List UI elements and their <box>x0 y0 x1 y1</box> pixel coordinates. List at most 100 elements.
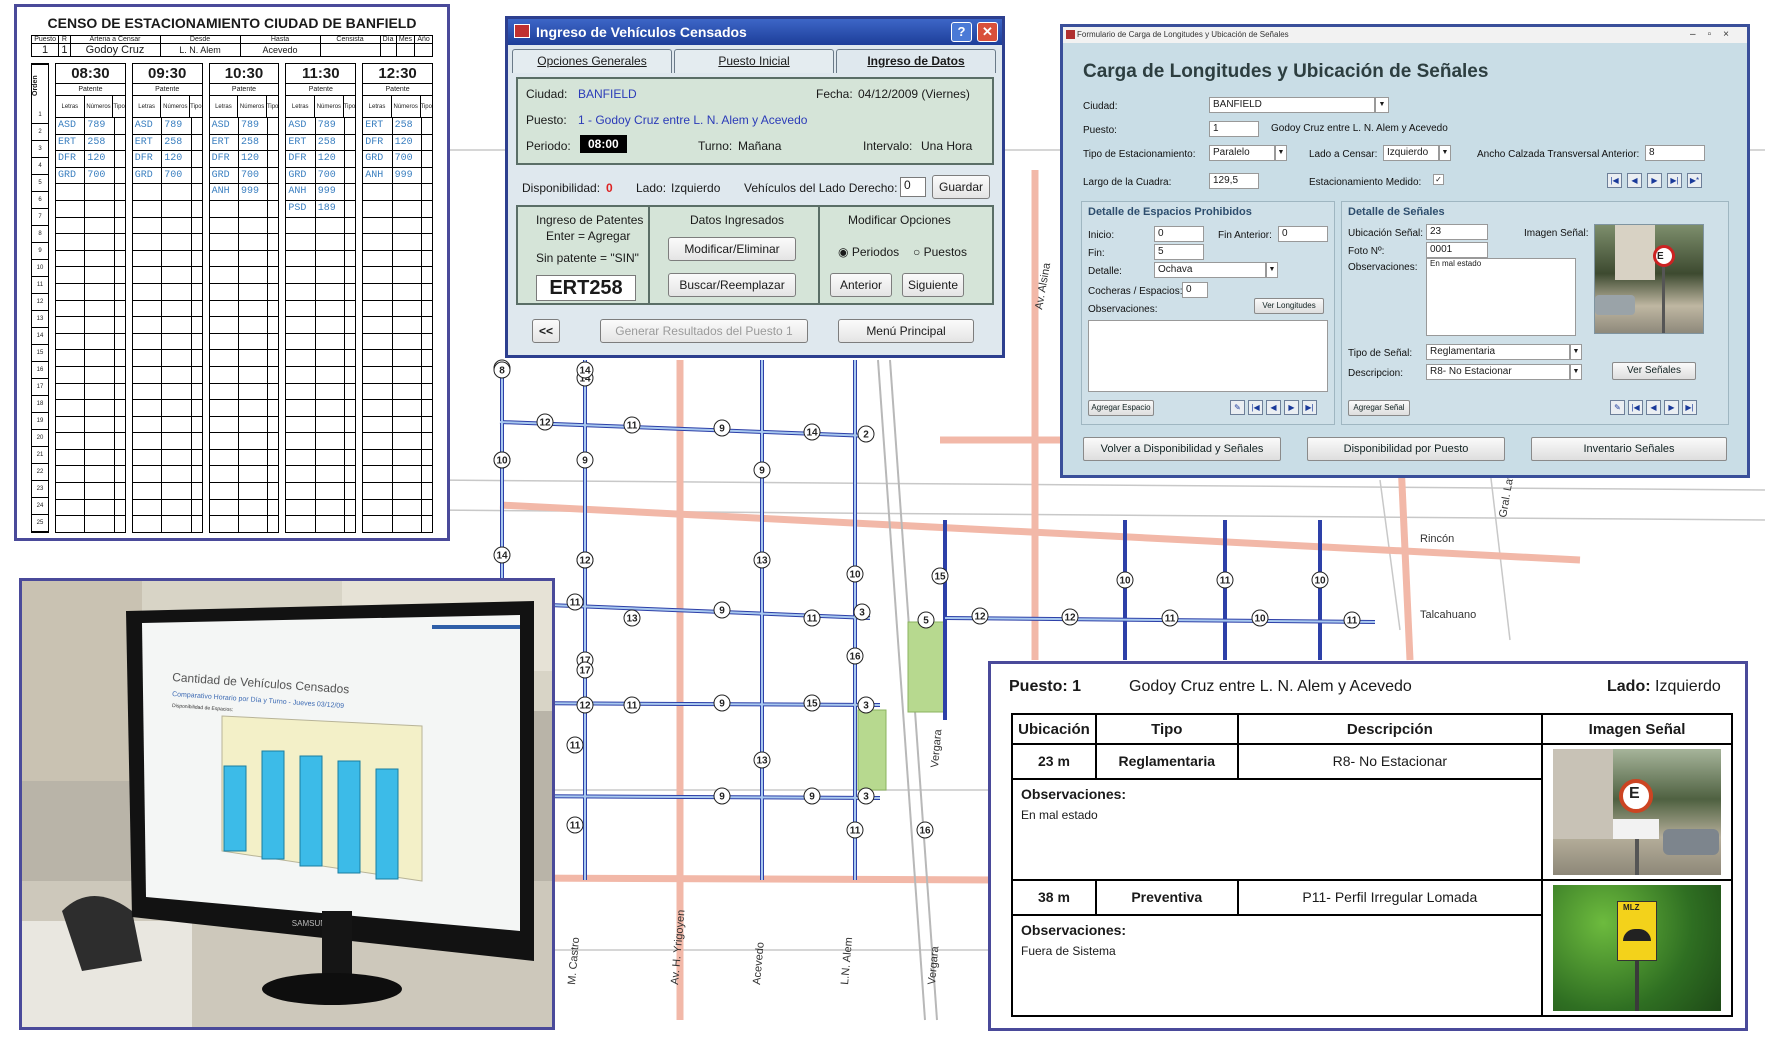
entry-cell <box>239 250 269 267</box>
route-number: 11 <box>1220 576 1231 587</box>
radio-puestos[interactable]: ○ Puestos <box>913 245 967 259</box>
chevron-down-icon[interactable]: ▼ <box>1275 145 1287 161</box>
detalle-select[interactable]: Ochava <box>1154 262 1266 278</box>
route-number: 16 <box>919 826 931 837</box>
close-icon[interactable]: ✕ <box>977 22 998 42</box>
next-record-icon[interactable]: ▶ <box>1664 400 1679 415</box>
first-record-icon[interactable]: |◀ <box>1607 173 1622 188</box>
first-record-icon[interactable]: |◀ <box>1248 400 1263 415</box>
medido-checkbox[interactable]: ✓ <box>1433 174 1444 185</box>
siguiente-button[interactable]: Siguiente <box>902 273 964 297</box>
chevron-down-icon[interactable]: ▼ <box>1266 262 1278 278</box>
ver-longitudes-button[interactable]: Ver Longitudes <box>1254 298 1324 314</box>
entry-cell <box>239 433 269 449</box>
entry-cell <box>268 284 278 300</box>
entry-cell <box>133 383 163 400</box>
entry-cell <box>268 500 278 516</box>
entry-cell <box>422 267 432 283</box>
puesto-input[interactable]: 1 <box>1209 121 1259 137</box>
inventario-senales-button[interactable]: Inventario Señales <box>1531 437 1727 461</box>
entry-cell <box>393 267 422 283</box>
first-record-icon[interactable]: |◀ <box>1628 400 1643 415</box>
entry-row: ANH 999 <box>363 167 432 185</box>
chevron-down-icon[interactable]: ▼ <box>1375 97 1389 113</box>
agregar-senal-button[interactable]: Agregar Señal <box>1348 400 1410 416</box>
prev-record-icon[interactable]: ◀ <box>1266 400 1281 415</box>
generar-resultados-button[interactable]: Generar Resultados del Puesto 1 <box>600 319 808 343</box>
last-record-icon[interactable]: ▶| <box>1682 400 1697 415</box>
ciudad-select[interactable]: BANFIELD <box>1209 97 1375 113</box>
patente-input[interactable]: ERT258 <box>536 275 636 301</box>
window-controls-icon[interactable]: –▫× <box>1690 27 1741 43</box>
route-number: 9 <box>719 606 725 617</box>
vehiculos-derecho-input[interactable]: 0 <box>900 177 926 197</box>
entry-row <box>132 366 202 384</box>
entry-cell <box>393 449 422 466</box>
radio-periodos[interactable]: ◉ Periodos <box>838 245 899 259</box>
entry-row <box>56 400 125 417</box>
entry-cell <box>286 483 316 499</box>
menu-principal-button[interactable]: Menú Principal <box>838 319 974 343</box>
ver-senales-button[interactable]: Ver Señales <box>1612 362 1696 380</box>
entry-cell <box>393 383 422 400</box>
buscar-reemplazar-button[interactable]: Buscar/Reemplazar <box>668 273 796 297</box>
table-row: 23 m Reglamentaria R8- No Estacionar E <box>1011 743 1733 881</box>
cocheras-input[interactable]: 0 <box>1182 282 1208 298</box>
foto-input[interactable]: 0001 <box>1426 242 1488 258</box>
prev-record-icon[interactable]: ◀ <box>1646 400 1661 415</box>
delete-record-icon[interactable]: ✎ <box>1230 400 1245 415</box>
tipo-senal-select[interactable]: Reglamentaria <box>1426 344 1570 360</box>
entry-row <box>363 366 432 384</box>
entry-row <box>132 383 202 401</box>
next-record-icon[interactable]: ▶ <box>1647 173 1662 188</box>
chevron-down-icon[interactable]: ▼ <box>1570 344 1582 360</box>
entry-cell <box>85 433 115 449</box>
fin-anterior-input[interactable]: 0 <box>1278 226 1328 242</box>
inicio-input[interactable]: 0 <box>1154 226 1204 242</box>
last-record-icon[interactable]: ▶| <box>1302 400 1317 415</box>
delete-record-icon[interactable]: ✎ <box>1610 400 1625 415</box>
volver-disponibilidad-button[interactable]: Volver a Disponibilidad y Señales <box>1083 437 1281 461</box>
tab-opciones-generales[interactable]: Opciones Generales <box>512 49 672 73</box>
entry-cell <box>192 151 202 167</box>
largo-cuadra-input[interactable]: 129,5 <box>1209 173 1259 189</box>
prev-record-icon[interactable]: ◀ <box>1627 173 1642 188</box>
ubicacion-senal-input[interactable]: 23 <box>1426 224 1488 240</box>
lado-censar-select[interactable]: Izquierdo <box>1383 145 1439 161</box>
descripcion-select[interactable]: R8- No Estacionar <box>1426 364 1570 380</box>
new-record-icon[interactable]: ▶* <box>1687 173 1702 188</box>
row-number: 2 <box>32 124 48 141</box>
disponibilidad-puesto-button[interactable]: Disponibilidad por Puesto <box>1307 437 1505 461</box>
back-button[interactable]: << <box>532 319 560 343</box>
help-icon[interactable]: ? <box>951 22 972 42</box>
senal-observaciones-textarea[interactable]: En mal estado <box>1426 258 1576 336</box>
entry-cell <box>393 234 422 250</box>
entry-cell <box>210 466 239 483</box>
espacios-observaciones-textarea[interactable] <box>1088 320 1328 392</box>
modificar-eliminar-button[interactable]: Modificar/Eliminar <box>668 237 796 261</box>
entry-cell <box>363 300 393 317</box>
entry-row: ERT 258 <box>363 118 432 135</box>
tab-ingreso-datos[interactable]: Ingreso de Datos <box>836 49 996 73</box>
anterior-button[interactable]: Anterior <box>830 273 892 297</box>
street-label: Rincón <box>1420 533 1454 545</box>
fecha-value: 04/12/2009 (Viernes) <box>858 87 970 101</box>
agregar-espacio-button[interactable]: Agregar Espacio <box>1088 400 1154 416</box>
fin-input[interactable]: 5 <box>1154 244 1204 260</box>
chevron-down-icon[interactable]: ▼ <box>1439 145 1451 161</box>
row-number: 3 <box>32 141 48 158</box>
entry-cell <box>133 366 163 383</box>
guardar-button[interactable]: Guardar <box>932 175 990 199</box>
chevron-down-icon[interactable]: ▼ <box>1570 364 1582 380</box>
tab-puesto-inicial[interactable]: Puesto Inicial <box>674 49 834 73</box>
last-record-icon[interactable]: ▶| <box>1667 173 1682 188</box>
next-record-icon[interactable]: ▶ <box>1284 400 1299 415</box>
ancho-calzada-input[interactable]: 8 <box>1645 145 1705 161</box>
entry-row <box>286 416 356 434</box>
sign-photo-r8: E <box>1553 749 1722 875</box>
entry-row: ERT 258 <box>209 134 279 152</box>
entry-cell <box>268 400 278 416</box>
tipo-estacionamiento-select[interactable]: Paralelo <box>1209 145 1275 161</box>
entry-cell <box>239 449 269 466</box>
entry-cell: ASD <box>133 118 163 134</box>
